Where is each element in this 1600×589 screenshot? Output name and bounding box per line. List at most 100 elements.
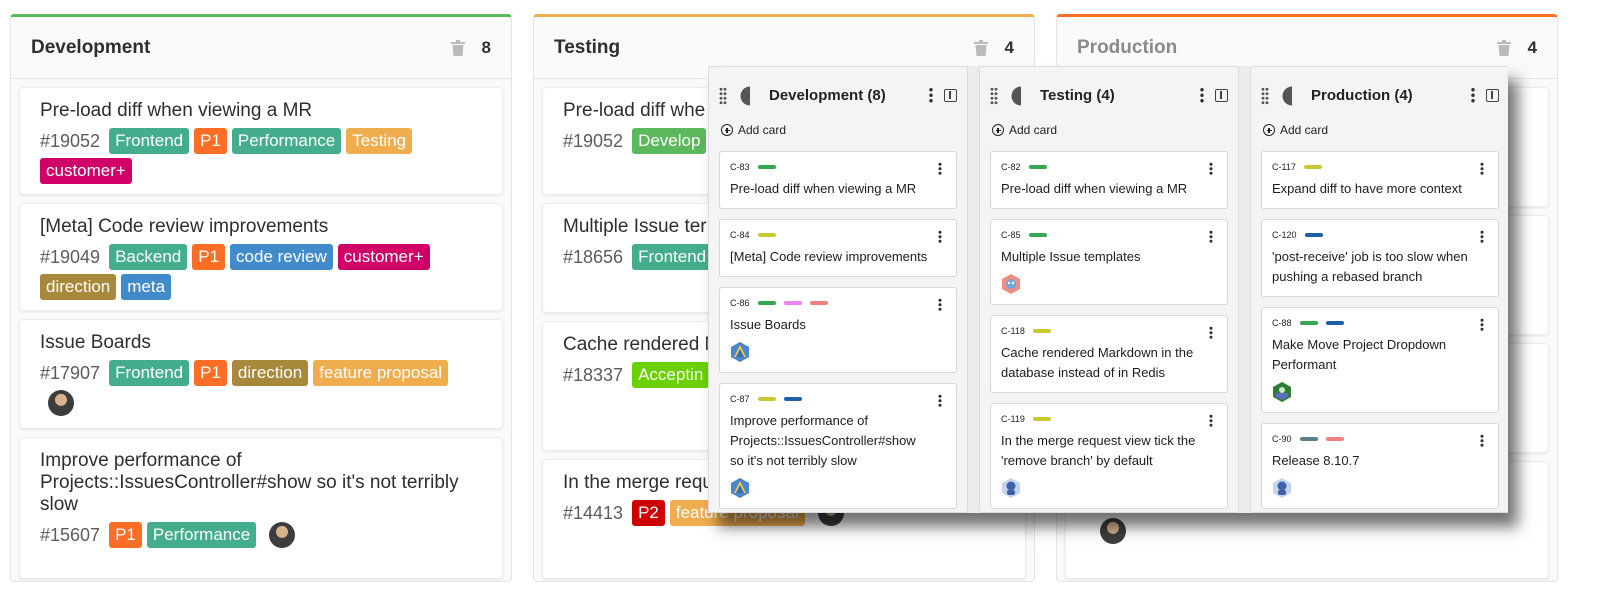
issue-reference[interactable]: #17907: [40, 360, 100, 386]
kebab-menu-icon[interactable]: [1209, 414, 1213, 427]
card-title[interactable]: [Meta] Code review improvements: [730, 247, 946, 267]
kebab-menu-icon[interactable]: [938, 394, 942, 407]
trash-icon[interactable]: [1496, 39, 1512, 57]
issue-reference[interactable]: #19052: [40, 128, 100, 154]
drag-handle-icon[interactable]: [1261, 87, 1269, 105]
kebab-menu-icon[interactable]: [1480, 230, 1484, 243]
issue-label[interactable]: customer+: [40, 158, 132, 184]
label-pill[interactable]: [1032, 329, 1051, 333]
issue-label[interactable]: customer+: [337, 244, 430, 270]
board-card[interactable]: C-118 Cache rendered Markdown in the data…: [990, 315, 1228, 393]
card-title[interactable]: Issue Boards: [730, 315, 946, 335]
label-pill[interactable]: [1299, 321, 1318, 325]
kebab-menu-icon[interactable]: [1480, 318, 1484, 331]
board-card[interactable]: C-87 Improve performance of Projects::Iss…: [719, 383, 957, 509]
issue-label[interactable]: Performance: [146, 522, 257, 548]
kebab-menu-icon[interactable]: [929, 87, 933, 103]
collapse-column-icon[interactable]: [1486, 89, 1499, 102]
issue-label[interactable]: Frontend: [109, 128, 190, 154]
issue-reference[interactable]: #19049: [40, 244, 100, 270]
issue-label[interactable]: P2: [632, 500, 665, 526]
issue-reference[interactable]: #18337: [563, 362, 623, 388]
label-pill[interactable]: [1032, 417, 1051, 421]
collapse-column-icon[interactable]: [944, 89, 957, 102]
board-card[interactable]: C-88 Make Move Project Dropdown Performan…: [1261, 307, 1499, 413]
board-card[interactable]: C-120 'post-receive' job is too slow when…: [1261, 219, 1499, 297]
issue-label[interactable]: feature proposal: [313, 360, 449, 386]
drag-handle-icon[interactable]: [719, 87, 727, 105]
issue-label[interactable]: code review: [230, 244, 333, 270]
card-title[interactable]: In the merge request view tick the 'remo…: [1001, 431, 1217, 471]
board-card[interactable]: C-83 Pre-load diff when viewing a MR: [719, 151, 957, 209]
board-card[interactable]: C-84 [Meta] Code review improvements: [719, 219, 957, 277]
issue-label[interactable]: P1: [194, 360, 227, 386]
issue-label[interactable]: P1: [109, 522, 142, 548]
trash-icon[interactable]: [450, 39, 466, 57]
board-card[interactable]: C-86 Issue Boards: [719, 287, 957, 373]
kebab-menu-icon[interactable]: [938, 298, 942, 311]
kebab-menu-icon[interactable]: [1471, 87, 1475, 103]
label-pill[interactable]: [1304, 233, 1323, 237]
issue-label[interactable]: Performance: [231, 128, 342, 154]
issue-label[interactable]: Frontend: [632, 244, 713, 270]
issue-reference[interactable]: #14413: [563, 500, 623, 526]
issue-label[interactable]: meta: [121, 274, 172, 300]
issue-label[interactable]: Testing: [346, 128, 413, 154]
label-pill[interactable]: [1303, 165, 1322, 169]
trash-icon[interactable]: [973, 39, 989, 57]
issue-label[interactable]: Acceptin: [632, 362, 710, 388]
issue-label[interactable]: direction: [231, 360, 309, 386]
issue-reference[interactable]: #15607: [40, 522, 100, 548]
legacy-card[interactable]: Issue Boards #17907 Frontend P1 direction fea…: [19, 319, 503, 429]
kebab-menu-icon[interactable]: [1209, 162, 1213, 175]
board-card[interactable]: C-82 Pre-load diff when viewing a MR: [990, 151, 1228, 209]
kebab-menu-icon[interactable]: [938, 162, 942, 175]
card-title[interactable]: Multiple Issue templates: [1001, 247, 1217, 267]
label-pill[interactable]: [1325, 437, 1344, 441]
kebab-menu-icon[interactable]: [1480, 162, 1484, 175]
card-title[interactable]: Expand diff to have more context: [1272, 179, 1488, 199]
legacy-card[interactable]: Pre-load diff when viewing a MR #19052 Fro…: [19, 87, 503, 195]
issue-reference[interactable]: #18656: [563, 244, 623, 270]
label-pill[interactable]: [783, 301, 802, 305]
label-pill[interactable]: [757, 301, 776, 305]
legacy-card[interactable]: Improve performance of Projects::IssuesC…: [19, 437, 503, 579]
issue-label[interactable]: P1: [194, 128, 227, 154]
board-card[interactable]: C-119 In the merge request view tick the …: [990, 403, 1228, 509]
kebab-menu-icon[interactable]: [1480, 434, 1484, 447]
label-pill[interactable]: [1325, 321, 1344, 325]
add-card-button[interactable]: Add card: [1263, 123, 1328, 137]
board-card[interactable]: C-85 Multiple Issue templates: [990, 219, 1228, 305]
label-pill[interactable]: [783, 397, 802, 401]
label-pill[interactable]: [1028, 165, 1047, 169]
card-title[interactable]: Improve performance of Projects::IssuesC…: [730, 411, 946, 471]
card-title[interactable]: Cache rendered Markdown in the database …: [1001, 343, 1217, 383]
issue-label[interactable]: direction: [40, 274, 117, 300]
board-card[interactable]: C-90 Release 8.10.7: [1261, 423, 1499, 509]
kebab-menu-icon[interactable]: [1209, 326, 1213, 339]
label-pill[interactable]: [757, 165, 776, 169]
legacy-card-title[interactable]: Improve performance of Projects::IssuesC…: [40, 450, 482, 516]
legacy-card-title[interactable]: Issue Boards: [40, 332, 482, 354]
label-pill[interactable]: [757, 233, 776, 237]
add-card-button[interactable]: Add card: [992, 123, 1057, 137]
issue-label[interactable]: Develop: [632, 128, 707, 154]
card-title[interactable]: Release 8.10.7: [1272, 451, 1488, 471]
issue-reference[interactable]: #19052: [563, 128, 623, 154]
legacy-card-title[interactable]: [Meta] Code review improvements: [40, 216, 482, 238]
kebab-menu-icon[interactable]: [1209, 230, 1213, 243]
label-pill[interactable]: [1299, 437, 1318, 441]
label-pill[interactable]: [757, 397, 776, 401]
label-pill[interactable]: [809, 301, 828, 305]
kebab-menu-icon[interactable]: [938, 230, 942, 243]
legacy-card-title[interactable]: Pre-load diff when viewing a MR: [40, 100, 482, 122]
issue-label[interactable]: P1: [192, 244, 226, 270]
legacy-card[interactable]: [Meta] Code review improvements #19049 Bac…: [19, 203, 503, 311]
kebab-menu-icon[interactable]: [1200, 87, 1204, 103]
board-card[interactable]: C-117 Expand diff to have more context: [1261, 151, 1499, 209]
drag-handle-icon[interactable]: [990, 87, 998, 105]
issue-label[interactable]: Backend: [109, 244, 188, 270]
card-title[interactable]: Pre-load diff when viewing a MR: [1001, 179, 1217, 199]
card-title[interactable]: 'post-receive' job is too slow when push…: [1272, 247, 1488, 287]
add-card-button[interactable]: Add card: [721, 123, 786, 137]
